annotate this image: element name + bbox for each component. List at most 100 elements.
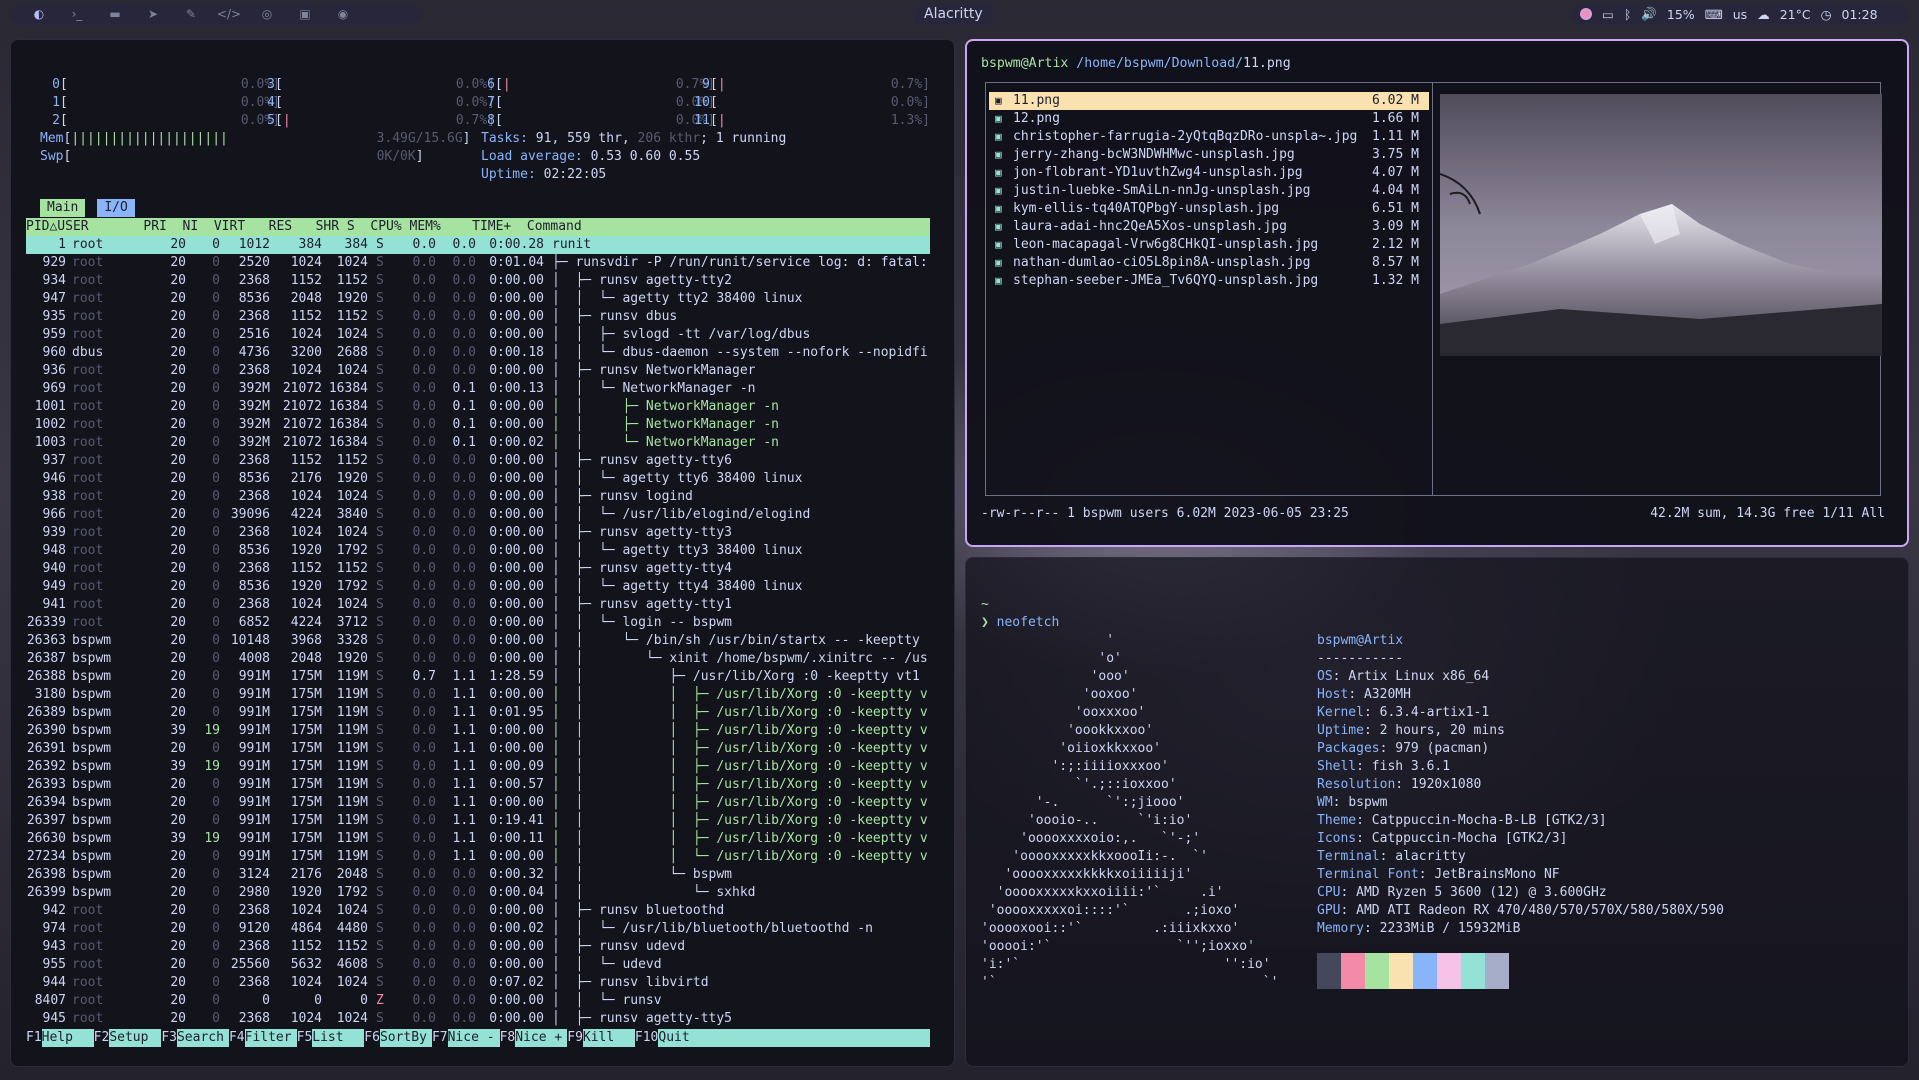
table-row[interactable]: 960 dbus 20 0 4736 3200 2688 S 0.0 0.0 0:00.18 │ │ …	[26, 344, 930, 362]
cpu-bracket: [	[495, 77, 503, 92]
keyboard-layout[interactable]: us	[1733, 7, 1747, 22]
table-row[interactable]: 1001 root 20 0 392M 21072 16384 S 0.0 0.1 0:00.00 │…	[26, 398, 930, 416]
table-row[interactable]: 947 root 20 0 8536 2048 1920 S 0.0 0.0 0:00.00 │ │ …	[26, 290, 930, 308]
table-row[interactable]: 3180 bspwm 20 0 991M 175M 119M S 0.0 1.1 0:00.00 │ …	[26, 686, 930, 704]
workspace-8[interactable]: ▣	[286, 3, 324, 25]
table-row[interactable]: 26397 bspwm 20 0 991M 175M 119M S 0.0 1.1 0:19.41 │…	[26, 812, 930, 830]
display-icon[interactable]: ▭	[1602, 7, 1614, 22]
workspace-4[interactable]: ➤	[134, 3, 172, 25]
workspace-5[interactable]: ✎	[172, 3, 210, 25]
table-row[interactable]: 26363 bspwm 20 0 10148 3968 3328 S 0.0 0.0 0:00.00…	[26, 632, 930, 650]
info-key: Icons	[1317, 831, 1357, 846]
file-item[interactable]: ▣ christopher-farrugia-2yQtqBqzDRo-unspla…	[989, 128, 1429, 146]
table-row[interactable]: 26339 root 20 0 6852 4224 3712 S 0.0 0.0 0:00.00 │ …	[26, 614, 930, 632]
fkey-f3[interactable]: F3 Search	[161, 1029, 229, 1047]
fkey-number: F1	[26, 1029, 42, 1047]
volume-icon[interactable]: 🔊	[1641, 6, 1657, 22]
cell-cpu2: 0.0	[412, 831, 436, 846]
table-row[interactable]: 944 root 20 0 2368 1024 1024 S 0.0 0.0 0:07.02 │ ├─…	[26, 974, 930, 992]
cell-user: root	[72, 417, 104, 432]
table-row[interactable]: 938 root 20 0 2368 1024 1024 S 0.0 0.0 0:00.00 │ ├─…	[26, 488, 930, 506]
cell-pid: 1002	[34, 417, 66, 432]
volume-level[interactable]: 15%	[1667, 7, 1695, 22]
file-item[interactable]: ▣ jon-flobrant-YD1uvthZwg4-unsplash.jpg 4.…	[989, 164, 1429, 182]
tab-io[interactable]: I/O	[97, 199, 135, 217]
table-row[interactable]: 929 root 20 0 2520 1024 1024 S 0.0 0.0 0:01.04 ├─ r…	[26, 254, 930, 272]
table-row[interactable]: 949 root 20 0 8536 1920 1792 S 0.0 0.0 0:00.00 │ │ …	[26, 578, 930, 596]
cell-cmd: │ ├─ runsv bluetoothd	[552, 903, 725, 918]
table-row[interactable]: 939 root 20 0 2368 1024 1024 S 0.0 0.0 0:00.00 │ ├─…	[26, 524, 930, 542]
process-table-header[interactable]: PID△USER PRI NI VIRT RES SHR S CPU% MEM%…	[26, 218, 930, 236]
table-row[interactable]: 946 root 20 0 8536 2176 1920 S 0.0 0.0 0:00.00 │ │ …	[26, 470, 930, 488]
fkey-f6[interactable]: F6 SortBy	[364, 1029, 432, 1047]
table-row[interactable]: 966 root 20 0 39096 4224 3840 S 0.0 0.0 0:00.00 │ │…	[26, 506, 930, 524]
table-row[interactable]: 959 root 20 0 2516 1024 1024 S 0.0 0.0 0:00.00 │ │ …	[26, 326, 930, 344]
fkey-f5[interactable]: F5 List	[296, 1029, 365, 1047]
fkey-f2[interactable]: F2 Setup	[93, 1029, 162, 1047]
table-row[interactable]: 26399 bspwm 20 0 2980 1920 1792 S 0.0 0.0 0:00.04 │…	[26, 884, 930, 902]
fkey-f1[interactable]: F1 Help	[26, 1029, 94, 1047]
table-row[interactable]: 969 root 20 0 392M 21072 16384 S 0.0 0.1 0:00.13 │ …	[26, 380, 930, 398]
cell-virt: 991M	[238, 813, 270, 828]
table-row[interactable]: 27234 bspwm 20 0 991M 175M 119M S 0.0 1.1 0:00.00 │…	[26, 848, 930, 866]
cell-virt: 2368	[238, 453, 270, 468]
file-item[interactable]: ▣ stephan-seeber-JMEa_Tv6QYQ-unsplash.jpg…	[989, 272, 1429, 290]
file-item[interactable]: ▣ justin-luebke-SmAiLn-nnJg-unsplash.jpg 4…	[989, 182, 1429, 200]
file-item[interactable]: ▣ 12.png 1.66 M	[989, 110, 1429, 128]
cell-cpu2: 0.0	[412, 741, 436, 756]
fkey-f4[interactable]: F4 Filter	[228, 1029, 297, 1047]
table-row[interactable]: 940 root 20 0 2368 1152 1152 S 0.0 0.0 0:00.00 │ ├─…	[26, 560, 930, 578]
fkey-f9[interactable]: F9 Kill	[567, 1029, 635, 1047]
table-row[interactable]: 943 root 20 0 2368 1152 1152 S 0.0 0.0 0:00.00 │ ├─…	[26, 938, 930, 956]
tab-main[interactable]: Main	[40, 199, 86, 217]
table-row[interactable]: 26394 bspwm 20 0 991M 175M 119M S 0.0 1.1 0:00.00 │…	[26, 794, 930, 812]
file-item[interactable]: ▣ kym-ellis-tq40ATQPbgY-unsplash.jpg 6.51 …	[989, 200, 1429, 218]
table-row[interactable]: 942 root 20 0 2368 1024 1024 S 0.0 0.0 0:00.00 │ ├─…	[26, 902, 930, 920]
file-item[interactable]: ▣ laura-adai-hnc2QeA5Xos-unsplash.jpg 3.09…	[989, 218, 1429, 236]
fkey-f10[interactable]: F10 Quit	[634, 1029, 710, 1047]
table-row[interactable]: 26393 bspwm 20 0 991M 175M 119M S 0.0 1.1 0:00.57 │…	[26, 776, 930, 794]
color-swatch	[1413, 953, 1437, 989]
cpu-bracket: [	[60, 113, 68, 128]
table-row[interactable]: 934 root 20 0 2368 1152 1152 S 0.0 0.0 0:00.00 │ ├─…	[26, 272, 930, 290]
cell-user: bspwm	[72, 669, 112, 684]
memory-meters: Mem[|||||||||||||||||||| 3.49G/15.6G] Sw…	[40, 131, 471, 164]
clock[interactable]: 01:28	[1842, 7, 1878, 22]
table-row[interactable]: 974 root 20 0 9120 4864 4480 S 0.0 0.0 0:00.02 │ │ …	[26, 920, 930, 938]
table-row[interactable]: 936 root 20 0 2368 1024 1024 S 0.0 0.0 0:00.00 │ ├─…	[26, 362, 930, 380]
workspace-7[interactable]: ◎	[248, 3, 286, 25]
table-row[interactable]: 8407 root 20 0 0 0 0 Z 0.0 0.0 0:00.00 │ │ └─ runsv	[26, 992, 930, 1010]
table-row[interactable]: 1002 root 20 0 392M 21072 16384 S 0.0 0.1 0:00.00 │…	[26, 416, 930, 434]
window-title: Alacritty	[914, 3, 993, 25]
table-row[interactable]: 1003 root 20 0 392M 21072 16384 S 0.0 0.1 0:00.02 │…	[26, 434, 930, 452]
table-row[interactable]: 26387 bspwm 20 0 4008 2048 1920 S 0.0 0.0 0:00.00 │…	[26, 650, 930, 668]
table-row[interactable]: 26392 bspwm 39 19 991M 175M 119M S 0.0 1.1 0:00.09…	[26, 758, 930, 776]
table-row[interactable]: 945 root 20 0 2368 1024 1024 S 0.0 0.0 0:00.00 │ ├─…	[26, 1010, 930, 1028]
table-row[interactable]: 935 root 20 0 2368 1152 1152 S 0.0 0.0 0:00.00 │ ├─…	[26, 308, 930, 326]
table-row[interactable]: 26391 bspwm 20 0 991M 175M 119M S 0.0 1.1 0:00.00 │…	[26, 740, 930, 758]
table-row[interactable]: 26630 bspwm 39 19 991M 175M 119M S 0.0 1.1 0:00.11…	[26, 830, 930, 848]
fkey-f7[interactable]: F7 Nice -	[431, 1029, 500, 1047]
workspace-3[interactable]: ▬	[96, 3, 134, 25]
table-row[interactable]: 26398 bspwm 20 0 3124 2176 2048 S 0.0 0.0 0:00.32 │…	[26, 866, 930, 884]
table-row[interactable]: 937 root 20 0 2368 1152 1152 S 0.0 0.0 0:00.00 │ ├─…	[26, 452, 930, 470]
table-row[interactable]: 941 root 20 0 2368 1024 1024 S 0.0 0.0 0:00.00 │ ├─…	[26, 596, 930, 614]
table-row[interactable]: 26390 bspwm 39 19 991M 175M 119M S 0.0 1.1 0:00.00…	[26, 722, 930, 740]
workspace-9[interactable]: ◉	[324, 3, 362, 25]
table-row[interactable]: 948 root 20 0 8536 1920 1792 S 0.0 0.0 0:00.00 │ │ …	[26, 542, 930, 560]
table-row[interactable]: 1 root 20 0 1012 384 384 S 0.0 0.0 0:00.28 runit	[26, 236, 930, 254]
workspace-2[interactable]: ›_	[58, 3, 96, 25]
app-indicator-icon[interactable]	[1580, 8, 1592, 20]
file-item[interactable]: ▣ nathan-dumlao-ciO5L8pin8A-unsplash.jpg 8…	[989, 254, 1429, 272]
cell-user: bspwm	[72, 813, 112, 828]
workspace-1[interactable]: ◐	[20, 3, 58, 25]
table-row[interactable]: 26389 bspwm 20 0 991M 175M 119M S 0.0 1.1 0:01.95 │…	[26, 704, 930, 722]
file-item[interactable]: ▣ jerry-zhang-bcW3NDWHMwc-unsplash.jpg 3.7…	[989, 146, 1429, 164]
table-row[interactable]: 955 root 20 0 25560 5632 4608 S 0.0 0.0 0:00.00 │ │…	[26, 956, 930, 974]
table-row[interactable]: 26388 bspwm 20 0 991M 175M 119M S 0.7 1.1 1:28.59 │…	[26, 668, 930, 686]
workspace-6[interactable]: </>	[210, 3, 248, 25]
bluetooth-icon[interactable]: ᛒ	[1624, 7, 1632, 22]
file-item[interactable]: ▣ 11.png 6.02 M	[989, 92, 1429, 110]
fkey-f8[interactable]: F8 Nice +	[499, 1029, 568, 1047]
file-item[interactable]: ▣ leon-macapagal-Vrw6g8CHkQI-unsplash.jpg…	[989, 236, 1429, 254]
